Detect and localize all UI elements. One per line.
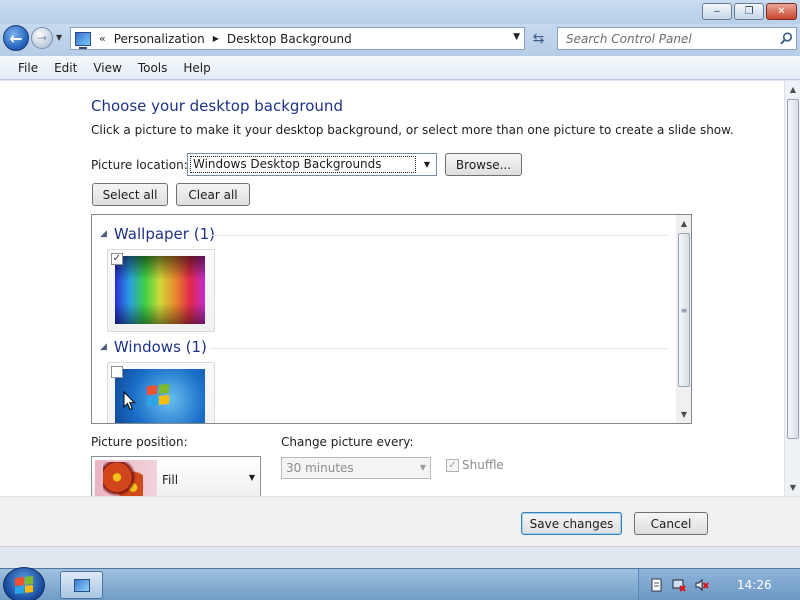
picture-tile-wallpaper[interactable]: ✓ bbox=[107, 249, 215, 332]
close-button[interactable]: ✕ bbox=[766, 3, 797, 20]
close-icon: ✕ bbox=[777, 6, 786, 17]
minimize-button[interactable]: ‒ bbox=[702, 3, 732, 20]
chevron-down-icon: ▼ bbox=[56, 33, 63, 42]
picture-location-value: Windows Desktop Backgrounds bbox=[190, 156, 416, 173]
picture-position-dropdown[interactable]: Fill ▼ bbox=[91, 456, 261, 496]
group-name: Windows (1) bbox=[113, 338, 207, 356]
collapse-icon[interactable]: ◢ bbox=[100, 342, 107, 352]
scroll-up-icon[interactable]: ▲ bbox=[676, 215, 691, 232]
volume-muted-icon[interactable] bbox=[695, 578, 709, 592]
group-header-wallpaper[interactable]: ◢ Wallpaper (1) bbox=[100, 225, 215, 243]
picture-checkbox[interactable]: ✓ bbox=[111, 253, 123, 265]
address-dropdown-icon[interactable]: ▼ bbox=[513, 32, 520, 42]
chevron-down-icon: ▼ bbox=[423, 160, 431, 169]
window-scrollbar[interactable]: ▲ ▼ bbox=[784, 81, 800, 496]
system-tray: 14:26 bbox=[638, 569, 800, 600]
dialog-footer: Save changes Cancel bbox=[0, 496, 800, 546]
collapse-icon[interactable]: ◢ bbox=[100, 229, 107, 239]
browse-button[interactable]: Browse... bbox=[445, 153, 522, 176]
group-divider bbox=[210, 348, 668, 349]
window-scroll-thumb[interactable] bbox=[787, 99, 799, 439]
taskbar: 14:26 bbox=[0, 567, 800, 600]
save-changes-button[interactable]: Save changes bbox=[521, 512, 622, 535]
title-bar: ‒ ❐ ✕ bbox=[0, 0, 800, 24]
menu-tools[interactable]: Tools bbox=[130, 61, 176, 75]
windows-logo-icon bbox=[147, 383, 169, 407]
menu-view[interactable]: View bbox=[85, 61, 129, 75]
menu-edit[interactable]: Edit bbox=[46, 61, 85, 75]
search-box[interactable] bbox=[557, 27, 797, 50]
picture-position-preview bbox=[95, 460, 157, 496]
taskbar-control-panel-button[interactable] bbox=[60, 571, 103, 599]
gallery-scroll-thumb[interactable]: ≡ bbox=[678, 233, 690, 387]
address-bar[interactable]: « Personalization ▶ Desktop Background ▼ bbox=[70, 27, 525, 50]
maximize-icon: ❐ bbox=[744, 6, 754, 17]
page-description: Click a picture to make it your desktop … bbox=[91, 123, 734, 137]
taskbar-clock[interactable]: 14:26 bbox=[737, 578, 772, 592]
control-panel-icon bbox=[73, 578, 90, 592]
breadcrumb-desktop-background[interactable]: Desktop Background bbox=[227, 32, 352, 46]
change-interval-dropdown[interactable]: 30 minutes ▼ bbox=[281, 457, 431, 479]
group-divider bbox=[210, 235, 668, 236]
breadcrumb-separator-icon[interactable]: ▶ bbox=[213, 34, 219, 43]
status-bar bbox=[0, 546, 800, 568]
action-center-icon[interactable] bbox=[649, 578, 663, 592]
picture-gallery[interactable]: ◢ Wallpaper (1) ✓ ◢ Windows (1) ▲ ≡ ▼ bbox=[91, 214, 692, 424]
main-content: Choose your desktop background Click a p… bbox=[0, 81, 784, 496]
clear-all-button[interactable]: Clear all bbox=[176, 183, 250, 206]
menu-help[interactable]: Help bbox=[175, 61, 218, 75]
gallery-scrollbar[interactable]: ▲ ≡ ▼ bbox=[676, 215, 691, 423]
picture-checkbox[interactable] bbox=[111, 366, 123, 378]
scroll-down-icon[interactable]: ▼ bbox=[676, 406, 691, 423]
picture-position-value: Fill bbox=[162, 473, 179, 487]
breadcrumb-overflow-chevron[interactable]: « bbox=[99, 32, 106, 45]
forward-arrow-icon: → bbox=[36, 31, 48, 45]
search-input[interactable] bbox=[558, 28, 776, 49]
picture-location-dropdown[interactable]: Windows Desktop Backgrounds ▼ bbox=[187, 153, 437, 176]
recent-pages-button[interactable]: ▼ bbox=[56, 33, 62, 42]
back-arrow-icon: ← bbox=[9, 28, 23, 48]
shuffle-checkbox[interactable]: ✓ bbox=[446, 458, 459, 472]
control-panel-icon bbox=[75, 31, 91, 49]
forward-button[interactable]: → bbox=[31, 27, 53, 49]
mouse-cursor-icon bbox=[123, 391, 136, 411]
chevron-down-icon: ▼ bbox=[248, 473, 255, 482]
menu-file[interactable]: File bbox=[10, 61, 46, 75]
chevron-down-icon: ▼ bbox=[419, 463, 426, 472]
picture-position-label: Picture position: bbox=[91, 435, 188, 449]
select-all-button[interactable]: Select all bbox=[92, 183, 168, 206]
navigation-bar: ← → ▼ « Personalization ▶ Desktop Backgr… bbox=[0, 24, 800, 56]
start-button[interactable] bbox=[3, 567, 45, 600]
menu-bar: File Edit View Tools Help bbox=[0, 56, 800, 80]
refresh-icon: ⇆ bbox=[532, 30, 545, 47]
cancel-button[interactable]: Cancel bbox=[634, 512, 708, 535]
network-disconnected-icon[interactable] bbox=[672, 578, 686, 592]
group-header-windows[interactable]: ◢ Windows (1) bbox=[100, 338, 207, 356]
search-icon[interactable] bbox=[776, 32, 796, 45]
shuffle-option[interactable]: ✓ Shuffle bbox=[446, 458, 504, 472]
windows-logo-icon bbox=[15, 576, 33, 594]
change-picture-label: Change picture every: bbox=[281, 435, 414, 449]
rainbow-wallpaper-thumbnail bbox=[115, 256, 205, 324]
minimize-icon: ‒ bbox=[713, 6, 721, 17]
group-name: Wallpaper (1) bbox=[113, 225, 215, 243]
refresh-button[interactable]: ⇆ bbox=[526, 27, 551, 50]
shuffle-label: Shuffle bbox=[462, 458, 504, 472]
page-title: Choose your desktop background bbox=[91, 97, 343, 115]
back-button[interactable]: ← bbox=[3, 25, 29, 51]
scroll-down-icon[interactable]: ▼ bbox=[785, 479, 800, 496]
picture-location-label: Picture location: bbox=[91, 158, 188, 172]
breadcrumb-personalization[interactable]: Personalization bbox=[114, 32, 205, 46]
maximize-button[interactable]: ❐ bbox=[734, 3, 764, 20]
change-interval-value: 30 minutes bbox=[286, 461, 354, 475]
scroll-up-icon[interactable]: ▲ bbox=[785, 81, 800, 98]
